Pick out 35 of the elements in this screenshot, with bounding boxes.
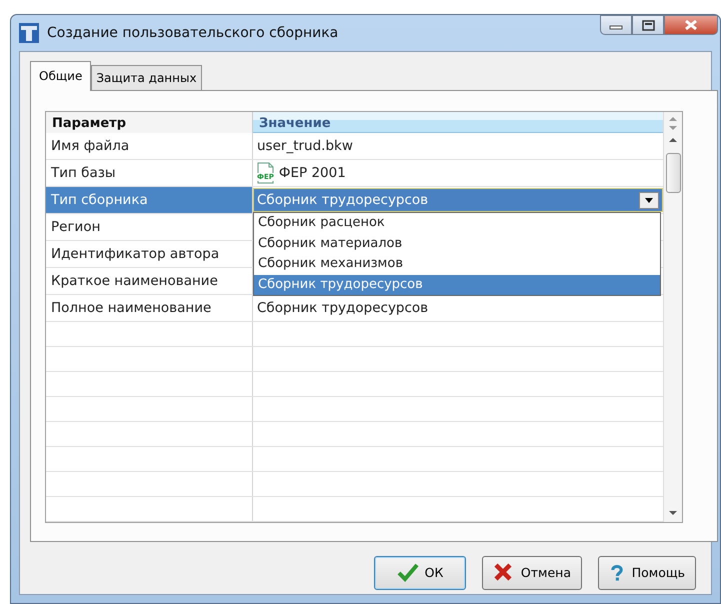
minimize-button[interactable]: [600, 15, 632, 35]
property-name[interactable]: Имя файла: [46, 133, 253, 159]
dialog-button[interactable]: Отмена: [482, 556, 582, 590]
tab[interactable]: Защита данных: [91, 65, 202, 90]
property-name[interactable]: Регион: [46, 214, 253, 240]
property-name[interactable]: Полное наименование: [46, 295, 253, 321]
scroll-up-icon: [668, 137, 678, 143]
close-icon: [684, 19, 698, 31]
property-name[interactable]: Идентификатор автора: [46, 241, 253, 267]
dropdown-arrow-icon: [645, 198, 654, 202]
close-button[interactable]: [664, 15, 718, 35]
property-value: user_trud.bkw: [257, 136, 353, 156]
tab[interactable]: Общие: [30, 61, 92, 91]
column-header: Параметр: [46, 112, 253, 133]
property-name[interactable]: Тип базы: [46, 160, 253, 186]
app-icon: [19, 23, 39, 43]
dropdown-option[interactable]: Сборник расценок: [254, 213, 660, 234]
dropdown-option[interactable]: Сборник механизмов: [254, 254, 660, 274]
dropdown-option[interactable]: Сборник материалов: [254, 234, 660, 254]
maximize-icon: [642, 20, 654, 30]
maximize-button[interactable]: [632, 15, 664, 35]
property-value: Сборник трудоресурсов: [257, 298, 428, 318]
window-title: Создание пользовательского сборника: [47, 24, 338, 42]
scroll-arrows-icon: [668, 116, 678, 131]
column-header: Значение: [253, 112, 664, 133]
checkmark-icon: [396, 562, 419, 584]
scrollbar-thumb[interactable]: [666, 153, 681, 193]
dropdown-option[interactable]: Сборник трудоресурсов: [254, 274, 660, 295]
dialog-button[interactable]: ОК: [374, 556, 466, 590]
property-name[interactable]: Краткое наименование: [46, 268, 253, 294]
property-value: ФЕР 2001: [278, 164, 346, 183]
dialog-button[interactable]: Помощь: [598, 556, 696, 590]
property-name[interactable]: Тип сборника: [46, 187, 253, 213]
dropdown-field[interactable]: Сборник трудоресурсов: [253, 188, 664, 212]
scroll-down-icon: [668, 510, 678, 516]
